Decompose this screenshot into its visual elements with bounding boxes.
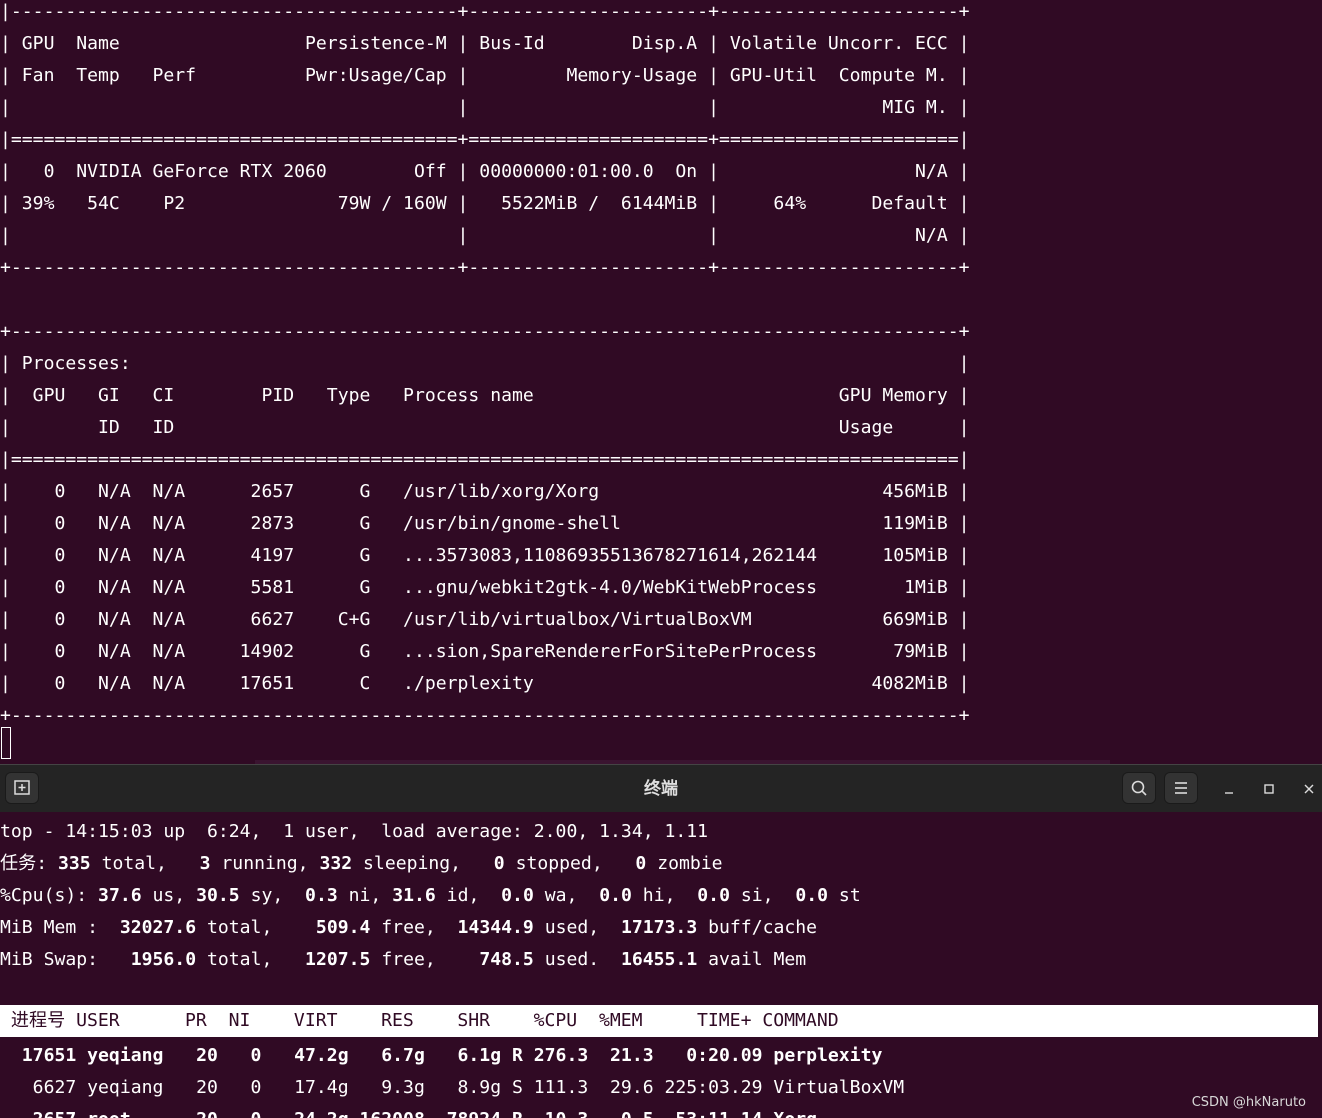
maximize-button[interactable] xyxy=(1257,777,1281,801)
window-headerbar[interactable]: 终端 xyxy=(0,764,1322,812)
minimize-icon xyxy=(1225,792,1233,794)
nvidia-smi-terminal[interactable]: |---------------------------------------… xyxy=(0,0,1322,760)
smi-line: | 0 N/A N/A 4197 G ...3573083,1108693551… xyxy=(0,545,970,566)
table-row[interactable]: 6627 yeqiang 20 0 17.4g 9.3g 8.9g S 111.… xyxy=(0,1072,904,1104)
smi-line: | 0 N/A N/A 17651 C ./perplexity 4082MiB… xyxy=(0,673,970,694)
table-row[interactable]: 2657 root 20 0 24.2g 162008 78924 R 10.3… xyxy=(0,1104,817,1118)
smi-line: |=======================================… xyxy=(0,129,970,150)
hamburger-menu-icon xyxy=(1175,782,1187,794)
minimize-button[interactable] xyxy=(1217,777,1241,801)
process-table-header: 进程号 USER PR NI VIRT RES SHR %CPU %MEM TI… xyxy=(0,1005,1318,1037)
top-summary-cpu: %Cpu(s): 37.6 us, 30.5 sy, 0.3 ni, 31.6 … xyxy=(0,885,861,906)
top-summary-mem: MiB Mem : 32027.6 total, 509.4 free, 143… xyxy=(0,917,818,938)
smi-line: | 39% 54C P2 79W / 160W | 5522MiB / 6144… xyxy=(0,193,970,214)
smi-line: | GPU GI CI PID Type Process name GPU Me… xyxy=(0,385,970,406)
smi-line: | | | N/A | xyxy=(0,225,970,246)
smi-line: | | | MIG M. | xyxy=(0,97,970,118)
smi-line: | GPU Name Persistence-M | Bus-Id Disp.A… xyxy=(0,33,970,54)
table-row[interactable]: 17651 yeqiang 20 0 47.2g 6.7g 6.1g R 276… xyxy=(0,1040,883,1072)
smi-line: | 0 NVIDIA GeForce RTX 2060 Off | 000000… xyxy=(0,161,970,182)
top-summary-tasks: 任务: 335 total, 3 running, 332 sleeping, … xyxy=(0,853,723,874)
terminal-window[interactable]: 终端 top - 14:15:03 up 6:24, 1 user, load … xyxy=(0,764,1322,1118)
top-summary-swap: MiB Swap: 1956.0 total, 1207.5 free, 748… xyxy=(0,949,807,970)
smi-line: | 0 N/A N/A 6627 C+G /usr/lib/virtualbox… xyxy=(0,609,970,630)
smi-line: +---------------------------------------… xyxy=(0,705,970,726)
menu-button[interactable] xyxy=(1164,772,1198,804)
search-button[interactable] xyxy=(1122,772,1156,804)
smi-line: | 0 N/A N/A 5581 G ...gnu/webkit2gtk-4.0… xyxy=(0,577,970,598)
new-tab-button[interactable] xyxy=(5,772,39,804)
close-icon xyxy=(1304,784,1314,794)
search-icon xyxy=(1131,780,1147,796)
watermark: CSDN @hkNaruto xyxy=(1191,1095,1306,1110)
smi-line: +---------------------------------------… xyxy=(0,257,970,278)
new-tab-icon xyxy=(14,780,30,795)
smi-line: +---------------------------------------… xyxy=(0,321,970,342)
smi-line: | ID ID Usage | xyxy=(0,417,970,438)
maximize-icon xyxy=(1264,784,1274,794)
top-summary-uptime: top - 14:15:03 up 6:24, 1 user, load ave… xyxy=(0,821,709,842)
smi-line: | 0 N/A N/A 2657 G /usr/lib/xorg/Xorg 45… xyxy=(0,481,970,502)
smi-line: | Processes: | xyxy=(0,353,970,374)
close-button[interactable] xyxy=(1297,777,1321,801)
smi-line: |---------------------------------------… xyxy=(0,1,970,22)
smi-line: | 0 N/A N/A 2873 G /usr/bin/gnome-shell … xyxy=(0,513,970,534)
smi-line: | 0 N/A N/A 14902 G ...sion,SpareRendere… xyxy=(0,641,970,662)
smi-line: |=======================================… xyxy=(0,449,970,470)
text-cursor xyxy=(1,727,11,759)
smi-line: | Fan Temp Perf Pwr:Usage/Cap | Memory-U… xyxy=(0,65,970,86)
